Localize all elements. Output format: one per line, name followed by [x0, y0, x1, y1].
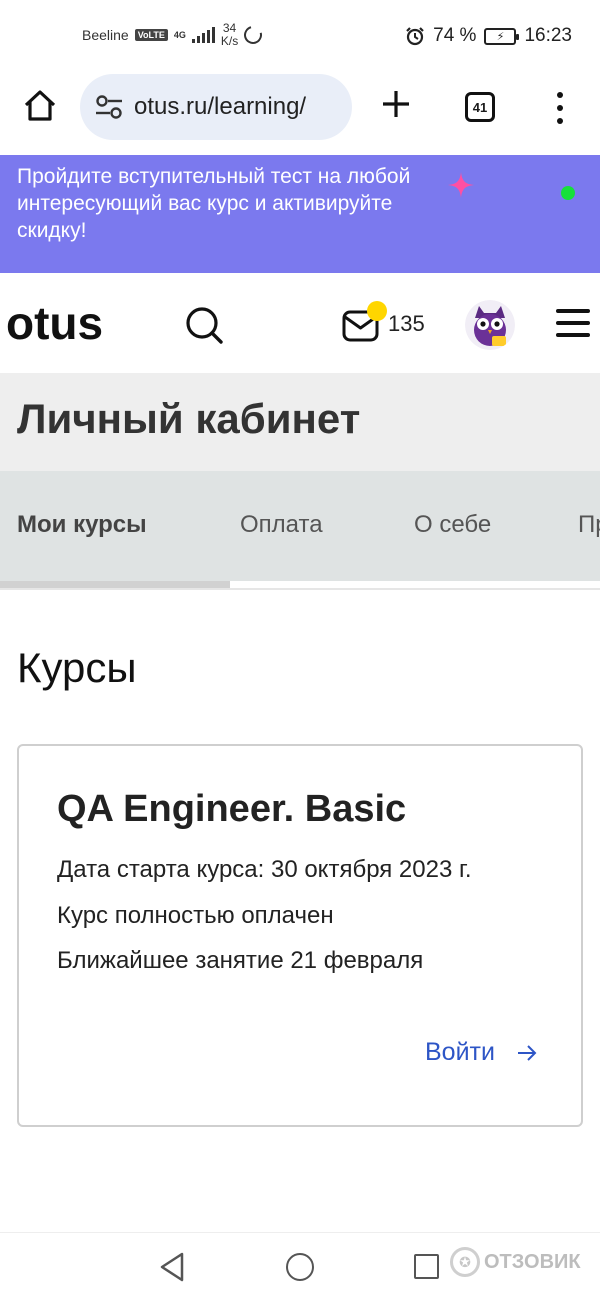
menu-icon[interactable]: [556, 309, 590, 337]
carrier-name: Beeline: [82, 27, 129, 43]
watermark-logo-icon: ✪: [450, 1247, 480, 1277]
tab-payment[interactable]: Оплата: [240, 511, 323, 539]
sparkle-icon: [448, 172, 474, 198]
speed-value: 34: [222, 21, 237, 35]
clock: 16:23: [524, 25, 572, 46]
network-speed: 34 K/s: [221, 22, 238, 48]
tabs-divider: [0, 588, 600, 590]
owl-avatar-icon: [465, 300, 515, 350]
new-tab-icon[interactable]: [380, 88, 412, 120]
avatar[interactable]: [465, 300, 515, 350]
network-type: 4G: [173, 29, 186, 40]
section-title: Курсы: [17, 644, 137, 691]
otus-logo[interactable]: otus: [6, 303, 146, 347]
enter-course-link[interactable]: Войти: [425, 1038, 537, 1067]
system-nav-bar: ✪ ОТЗОВИК: [0, 1232, 600, 1300]
notification-dot: [367, 301, 387, 321]
page-header: Личный кабинет: [0, 373, 600, 471]
messages-button[interactable]: 135: [342, 301, 432, 347]
account-tabs: Мои курсы Оплата О себе Пр: [0, 471, 600, 581]
tab-my-courses[interactable]: Мои курсы: [17, 511, 147, 539]
watermark: ✪ ОТЗОВИК: [450, 1247, 581, 1277]
promo-indicator-dot: [561, 186, 575, 200]
battery-percent: 74 %: [433, 25, 477, 46]
course-payment-status: Курс полностью оплачен: [57, 902, 334, 929]
home-icon[interactable]: [22, 88, 58, 124]
promo-banner[interactable]: Пройдите вступительный тест на любой инт…: [0, 155, 600, 273]
home-nav-icon[interactable]: [286, 1253, 314, 1281]
arrow-right-icon: [517, 1044, 537, 1061]
status-left: Beeline VoLTE 4G 34 K/s: [82, 22, 266, 48]
enter-label: Войти: [425, 1038, 495, 1066]
browser-toolbar: otus.ru/learning/ 41: [0, 74, 600, 154]
course-card: QA Engineer. Basic Дата старта курса: 30…: [17, 744, 583, 1127]
page-title: Личный кабинет: [17, 395, 361, 442]
more-menu-icon[interactable]: [548, 92, 572, 124]
course-start-date: Дата старта курса: 30 октября 2023 г.: [57, 856, 472, 883]
logo-text: otus: [6, 303, 103, 347]
url-text: otus.ru/learning/: [134, 93, 307, 120]
battery-icon: ⚡: [484, 27, 520, 45]
status-right: 74 % ⚡ 16:23: [405, 25, 572, 47]
site-settings-icon[interactable]: [94, 94, 124, 120]
recent-apps-icon[interactable]: [414, 1254, 439, 1279]
course-next-lesson: Ближайшее занятие 21 февраля: [57, 947, 424, 974]
address-bar[interactable]: otus.ru/learning/: [80, 74, 352, 140]
promo-text: Пройдите вступительный тест на любой инт…: [17, 165, 411, 242]
back-icon[interactable]: [158, 1251, 186, 1283]
signal-icon: [191, 27, 215, 43]
message-count: 135: [388, 311, 425, 336]
tab-switcher-button[interactable]: 41: [465, 92, 495, 122]
speed-unit: K/s: [220, 34, 239, 48]
alarm-icon: [406, 27, 424, 46]
tab-count: 41: [472, 99, 488, 115]
tab-about[interactable]: О себе: [414, 511, 491, 539]
watermark-text: ОТЗОВИК: [484, 1250, 581, 1273]
course-title: QA Engineer. Basic: [57, 788, 407, 830]
search-icon[interactable]: [184, 305, 224, 345]
sync-icon: [240, 22, 266, 48]
status-bar: Beeline VoLTE 4G 34 K/s 74 % ⚡ 16:23: [0, 0, 600, 74]
tab-next[interactable]: Пр: [578, 511, 600, 539]
volte-badge: VoLTE: [134, 29, 168, 41]
site-header: otus 135: [0, 273, 600, 373]
